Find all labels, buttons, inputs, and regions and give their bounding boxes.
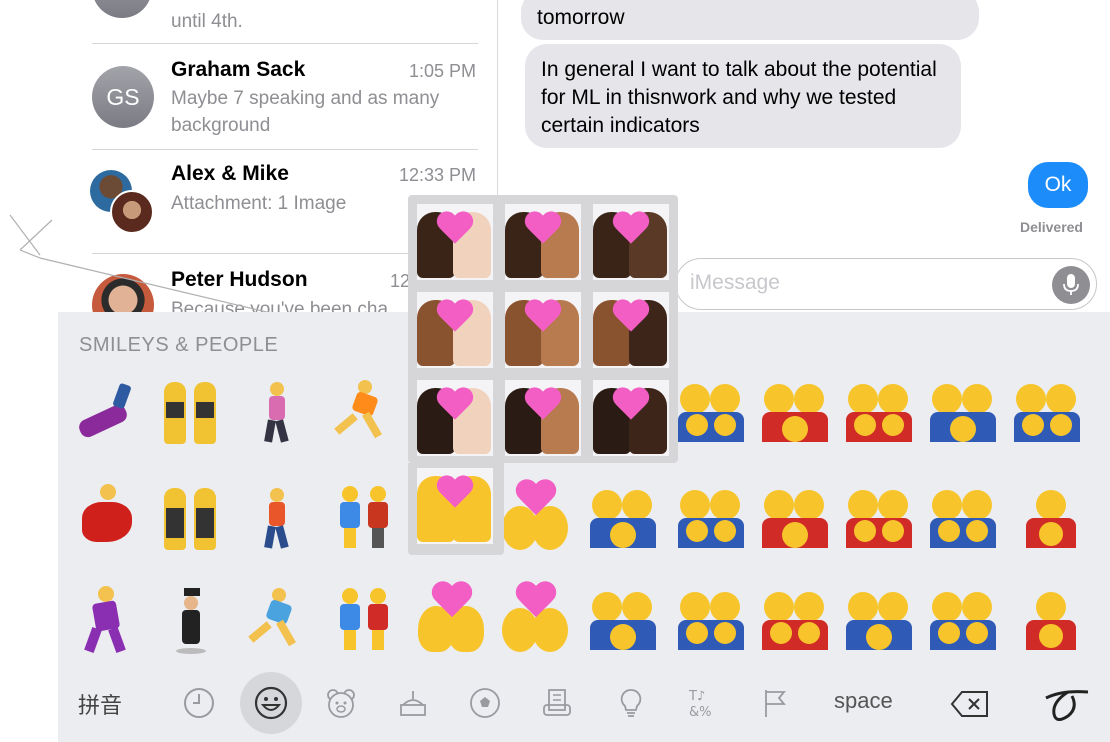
- emoji-family[interactable]: [926, 480, 1000, 554]
- skin-tone-variant[interactable]: [505, 204, 581, 280]
- clock-icon[interactable]: [182, 686, 216, 720]
- message-text: Ok: [1044, 173, 1072, 196]
- delivered-status: Delivered: [1019, 219, 1083, 235]
- emoji-women-holding-hands[interactable]: [328, 582, 402, 656]
- bear-icon[interactable]: [324, 686, 358, 720]
- skin-tone-variant[interactable]: [593, 380, 669, 456]
- emoji-category-title: SMILEYS & PEOPLE: [79, 334, 279, 356]
- emoji-man-dancing[interactable]: [70, 582, 144, 656]
- message-text: tomorrow: [537, 6, 625, 29]
- handwriting-icon[interactable]: [1042, 682, 1094, 736]
- emoji-family[interactable]: [842, 480, 916, 554]
- skin-tone-variant[interactable]: [593, 204, 669, 280]
- incoming-message[interactable]: tomorrow: [521, 0, 979, 40]
- emoji-couple-with-heart[interactable]: [414, 582, 488, 656]
- skin-tone-default[interactable]: [417, 468, 493, 544]
- emoji-bunny-dancers-men[interactable]: [154, 480, 228, 554]
- emoji-family[interactable]: [758, 374, 832, 448]
- emoji-family[interactable]: [758, 582, 832, 656]
- emoji-family[interactable]: [758, 480, 832, 554]
- conversation-row[interactable]: GS Graham Sack 1:05 PM Maybe 7 speaking …: [0, 44, 497, 150]
- skin-tone-variant[interactable]: [417, 292, 493, 368]
- emoji-kiss-women[interactable]: [498, 582, 572, 656]
- emoji-dancer[interactable]: [70, 480, 144, 554]
- emoji-family[interactable]: [586, 582, 660, 656]
- conversation-time: 1:05 PM: [408, 61, 476, 81]
- emoji-family[interactable]: [674, 582, 748, 656]
- flag-icon[interactable]: [758, 686, 792, 720]
- skin-tone-variant[interactable]: [505, 292, 581, 368]
- pinyin-button[interactable]: 拼音: [78, 688, 122, 720]
- skin-tone-variant[interactable]: [505, 380, 581, 456]
- avatar: [92, 0, 152, 18]
- building-icon[interactable]: [540, 686, 574, 720]
- imessage-input[interactable]: iMessage: [675, 258, 1097, 310]
- microphone-icon[interactable]: [1052, 266, 1090, 304]
- incoming-message[interactable]: In general I want to talk about the pote…: [525, 44, 961, 148]
- emoji-walking-woman[interactable]: [242, 374, 316, 448]
- input-placeholder: iMessage: [690, 271, 780, 294]
- delete-icon[interactable]: [950, 690, 990, 718]
- conversation-name: Graham Sack: [171, 58, 306, 81]
- food-icon[interactable]: [396, 686, 430, 720]
- message-text: In general I want to talk about the pote…: [541, 58, 937, 137]
- emoji-running-man[interactable]: [328, 374, 402, 448]
- emoji-family-single-parent[interactable]: [1014, 480, 1088, 554]
- emoji-bunny-dancers[interactable]: [154, 374, 228, 448]
- smiley-icon[interactable]: [254, 686, 288, 720]
- emoji-family[interactable]: [926, 374, 1000, 448]
- avatar: GS: [92, 66, 154, 128]
- conversation-name: Alex & Mike: [171, 162, 289, 185]
- svg-text:&%: &%: [689, 705, 712, 720]
- emoji-family[interactable]: [926, 582, 1000, 656]
- emoji-running-woman[interactable]: [242, 582, 316, 656]
- ball-icon[interactable]: [468, 686, 502, 720]
- conversation-time: 12:33 PM: [398, 165, 476, 185]
- emoji-family[interactable]: [842, 582, 916, 656]
- skin-tone-variant[interactable]: [417, 204, 493, 280]
- lightbulb-icon[interactable]: [614, 686, 648, 720]
- outgoing-message[interactable]: Ok: [1028, 162, 1088, 208]
- emoji-family[interactable]: [674, 480, 748, 554]
- avatar-initials: GS: [106, 83, 140, 110]
- keyboard-bottom-bar: 拼音 T♪ &% space: [58, 664, 1110, 742]
- space-key[interactable]: space: [834, 688, 893, 714]
- emoji-family[interactable]: [842, 374, 916, 448]
- svg-text:T♪: T♪: [688, 689, 705, 704]
- emoji-family[interactable]: [1010, 374, 1084, 448]
- skin-tone-popover: [408, 195, 678, 555]
- symbols-icon[interactable]: T♪ &%: [684, 686, 718, 720]
- emoji-man-woman-holding-hands[interactable]: [328, 480, 402, 554]
- emoji-levitating-man[interactable]: [154, 582, 228, 656]
- skin-tone-variant[interactable]: [417, 380, 493, 456]
- emoji-walking-man[interactable]: [242, 480, 316, 554]
- emoji-family[interactable]: [674, 374, 748, 448]
- conversation-preview: Maybe 7 speaking and as many background: [171, 88, 440, 136]
- swipe-back-arrow-icon: [9, 214, 301, 321]
- conversation-row[interactable]: until 4th.: [0, 0, 497, 44]
- emoji-family-single-parent[interactable]: [1014, 582, 1088, 656]
- skin-tone-variant[interactable]: [593, 292, 669, 368]
- conversation-preview: until 4th.: [171, 11, 243, 32]
- emoji-selfie[interactable]: [70, 374, 144, 448]
